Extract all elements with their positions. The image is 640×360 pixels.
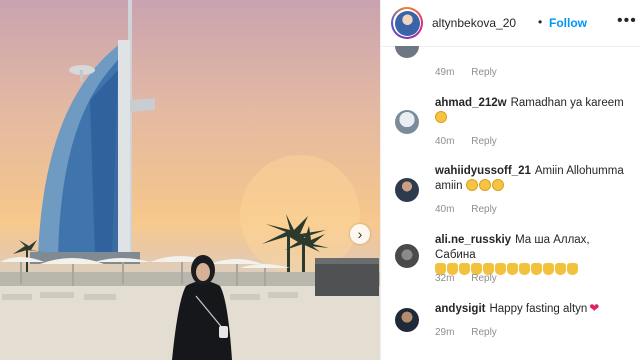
comments-panel: altynbekova_20 • Follow ••• 49m Reply ah…	[380, 0, 640, 360]
grin-emoji-icon	[491, 179, 504, 191]
heart-icon: ❤	[589, 301, 600, 315]
comment-text: ahmad_212w Ramadhan ya kareem	[435, 96, 625, 126]
author-avatar[interactable]	[391, 7, 423, 39]
comment-body: Happy fasting altyn	[489, 303, 588, 315]
commenter-avatar[interactable]	[395, 308, 419, 332]
clapping-hands-icon	[555, 263, 566, 275]
commenter-avatar[interactable]	[395, 244, 419, 268]
more-icon[interactable]: •••	[617, 12, 637, 30]
clapping-hands-icon	[567, 263, 578, 275]
commenter-avatar[interactable]	[395, 110, 419, 134]
author-username[interactable]: altynbekova_20	[432, 16, 516, 30]
next-photo-button[interactable]: ›	[350, 224, 370, 244]
comment-meta: 29m Reply	[435, 327, 511, 338]
commenter-avatar[interactable]	[395, 46, 419, 58]
comment-text: ali.ne_russkiy Ма ша Аллах, Сабина	[435, 233, 625, 278]
clapping-hands-icon	[543, 263, 554, 275]
commenter-username[interactable]: andysigit	[435, 303, 485, 315]
reply-button[interactable]: Reply	[471, 204, 497, 215]
comment-time: 40m	[435, 204, 455, 215]
comment-time: 49m	[435, 67, 455, 78]
comment-time: 40m	[435, 136, 455, 147]
comment-meta: 32m Reply	[435, 273, 511, 284]
clapping-hands-icon	[531, 263, 542, 275]
reply-button[interactable]: Reply	[471, 67, 497, 78]
comment-meta: 49m Reply	[435, 67, 511, 78]
follow-button[interactable]: Follow	[549, 16, 587, 30]
reply-button[interactable]: Reply	[471, 273, 497, 284]
comment-meta: 40m Reply	[435, 136, 511, 147]
commenter-username[interactable]: ali.ne_russkiy	[435, 234, 511, 246]
comment-text: wahiidyussoff_21 Amiin Allohumma amiin	[435, 164, 625, 194]
chevron-right-icon: ›	[357, 226, 363, 242]
grin-emoji-icon	[478, 179, 491, 191]
clapping-hands-icon	[519, 263, 530, 275]
grin-emoji-icon	[465, 179, 478, 191]
comment-body: Ramadhan ya kareem	[510, 97, 624, 109]
smile-emoji-icon	[435, 111, 447, 123]
comment-meta: 40m Reply	[435, 204, 511, 215]
commenter-username[interactable]: wahiidyussoff_21	[435, 165, 531, 177]
comment-time: 32m	[435, 273, 455, 284]
post-photo[interactable]: ›	[0, 0, 380, 360]
comment-time: 29m	[435, 327, 455, 338]
reply-button[interactable]: Reply	[471, 327, 497, 338]
commenter-username[interactable]: ahmad_212w	[435, 97, 507, 109]
post-header: altynbekova_20 • Follow •••	[381, 0, 640, 47]
burj-al-arab-scene	[0, 0, 380, 360]
comment-text: andysigit Happy fasting altyn ❤	[435, 301, 625, 317]
reply-button[interactable]: Reply	[471, 136, 497, 147]
commenter-avatar[interactable]	[395, 178, 419, 202]
separator-dot: •	[538, 15, 543, 29]
avatar-image	[394, 10, 420, 36]
